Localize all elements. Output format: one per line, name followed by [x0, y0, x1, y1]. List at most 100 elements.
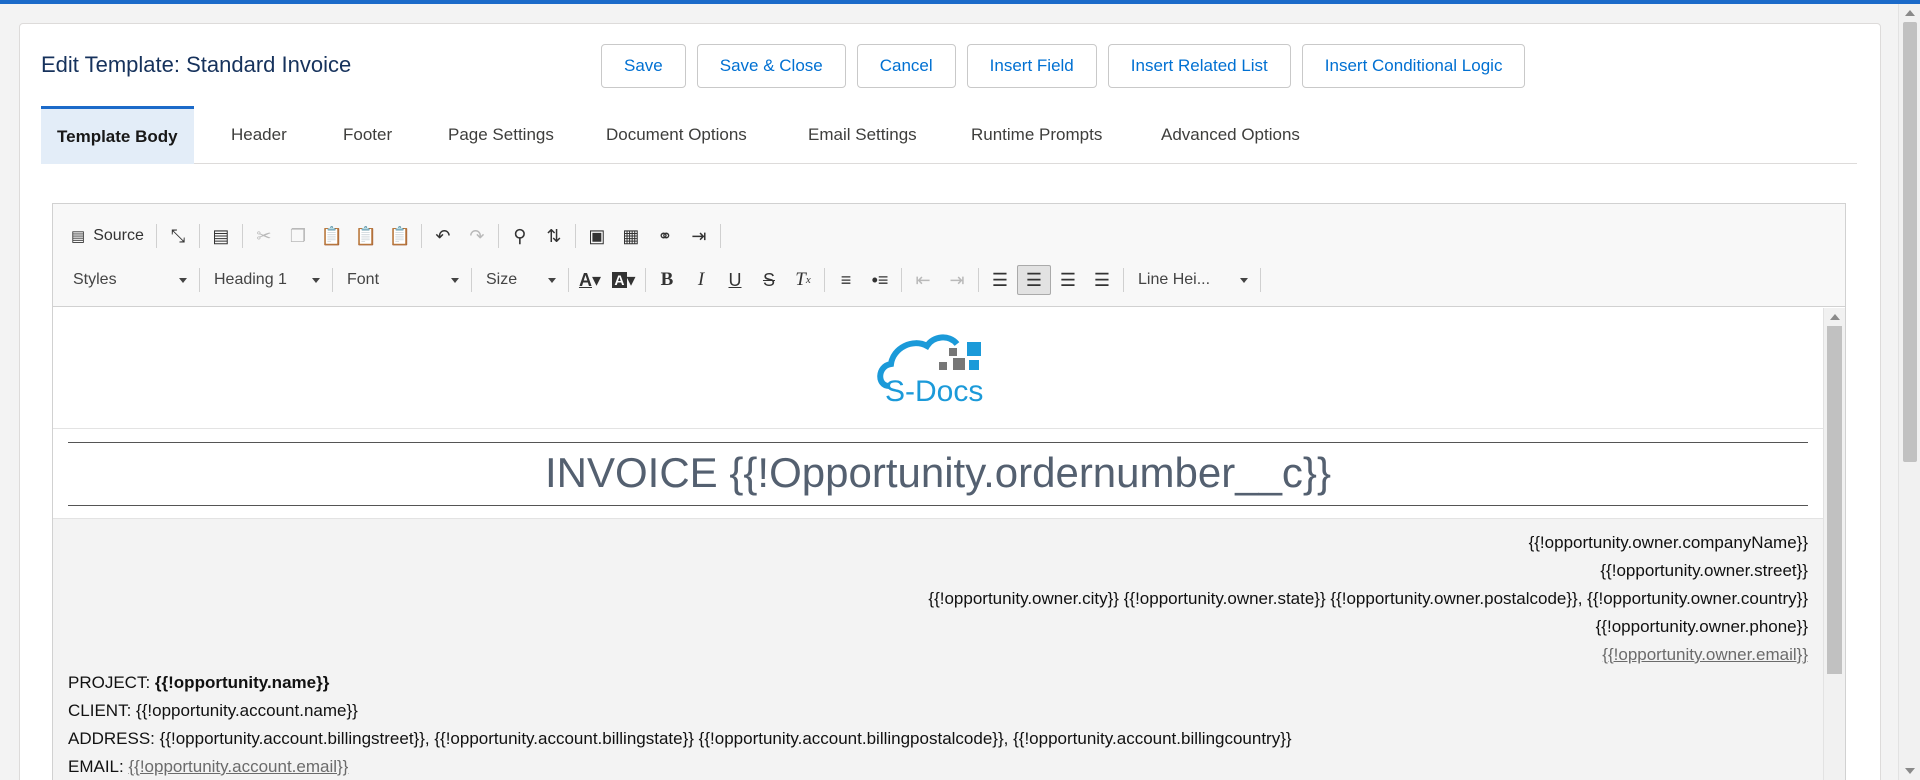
increase-indent-icon[interactable]: ⇥	[940, 265, 974, 295]
svg-text:S-Docs: S-Docs	[885, 375, 983, 408]
format-label: Heading 1	[214, 271, 287, 288]
paste-word-icon[interactable]: 📋	[383, 221, 417, 251]
project-label: PROJECT:	[68, 673, 155, 692]
decrease-indent-icon[interactable]: ⇤	[906, 265, 940, 295]
top-accent-bar	[0, 0, 1920, 4]
align-center-icon[interactable]: ☰	[1017, 265, 1051, 295]
templates-icon[interactable]: ▤	[204, 221, 238, 251]
editor-scrollbar[interactable]	[1823, 308, 1845, 780]
source-icon: ▤	[71, 228, 86, 245]
tab-page-settings[interactable]: Page Settings	[448, 106, 554, 164]
tab-email-settings[interactable]: Email Settings	[808, 106, 917, 164]
line-height-dropdown[interactable]: Line Hei...	[1128, 265, 1256, 295]
toolbar-separator	[241, 224, 243, 248]
align-justify-icon[interactable]: ☰	[1085, 265, 1119, 295]
align-left-icon[interactable]: ☰	[983, 265, 1017, 295]
tab-template-body[interactable]: Template Body	[41, 106, 194, 164]
bulleted-list-icon[interactable]: •≡	[863, 265, 897, 295]
editor-content-area[interactable]: S-Docs INVOICE {{!Opportunity.ordernumbe…	[53, 308, 1824, 780]
editor-scroll-thumb[interactable]	[1827, 326, 1842, 674]
toolbar-separator	[719, 224, 721, 248]
underline-icon[interactable]: U	[718, 265, 752, 295]
invoice-heading: INVOICE {{!Opportunity.ordernumber__c}}	[68, 442, 1808, 506]
toolbar-separator	[199, 268, 200, 292]
tab-footer[interactable]: Footer	[343, 106, 392, 164]
address-line: ADDRESS: {{!opportunity.account.billings…	[68, 729, 1292, 749]
insert-conditional-logic-button[interactable]: Insert Conditional Logic	[1301, 44, 1526, 88]
image-icon[interactable]: ▣	[580, 221, 614, 251]
toolbar-separator	[155, 224, 157, 248]
text-color-icon[interactable]: A ▾	[573, 265, 607, 295]
save-button[interactable]: Save	[601, 44, 686, 88]
find-icon[interactable]: ⚲	[503, 221, 537, 251]
tab-advanced-options[interactable]: Advanced Options	[1161, 106, 1300, 164]
size-dropdown[interactable]: Size	[476, 265, 564, 295]
paste-icon[interactable]: 📋	[315, 221, 349, 251]
page-title: Edit Template: Standard Invoice	[41, 52, 352, 77]
background-color-icon[interactable]: A ▾	[607, 265, 641, 295]
remove-format-icon[interactable]: Tx	[786, 265, 820, 295]
tab-document-options[interactable]: Document Options	[606, 106, 747, 164]
insert-related-list-button[interactable]: Insert Related List	[1107, 44, 1291, 88]
bold-icon[interactable]: B	[650, 265, 684, 295]
italic-icon[interactable]: I	[684, 265, 718, 295]
client-line: CLIENT: {{!opportunity.account.name}}	[68, 701, 358, 721]
source-button[interactable]: ▤ Source	[63, 221, 152, 251]
maximize-icon[interactable]: ⤡	[161, 221, 195, 251]
font-dropdown[interactable]: Font	[337, 265, 467, 295]
replace-icon[interactable]: ⇅	[537, 221, 571, 251]
page-scroll-thumb[interactable]	[1903, 22, 1917, 462]
toolbar-separator	[198, 224, 200, 248]
tab-header[interactable]: Header	[231, 106, 287, 164]
styles-label: Styles	[73, 271, 117, 288]
toolbar-separator	[1123, 268, 1124, 292]
size-label: Size	[486, 271, 518, 288]
scroll-up-arrow-icon[interactable]	[1830, 314, 1840, 320]
toolbar-separator	[497, 224, 499, 248]
client-label: CLIENT:	[68, 701, 137, 720]
chevron-down-icon	[548, 277, 556, 283]
page-scrollbar[interactable]	[1898, 4, 1920, 780]
insert-field-button[interactable]: Insert Field	[966, 44, 1097, 88]
toolbar-separator	[1260, 268, 1261, 292]
align-right-icon[interactable]: ☰	[1051, 265, 1085, 295]
toolbar-separator	[420, 224, 422, 248]
rich-text-editor: ▤ Source ⤡ ▤ ✂ ❐ 📋 📋 📋 ↶ ↷ ⚲ ⇅ ▣ ▦ ⚭ ⇥ S…	[52, 203, 1846, 780]
redo-icon[interactable]: ↷	[460, 221, 494, 251]
scroll-down-arrow-icon[interactable]	[1905, 768, 1915, 774]
cut-icon[interactable]: ✂	[247, 221, 281, 251]
numbered-list-icon[interactable]: ≡	[829, 265, 863, 295]
project-value: {{!opportunity.name}}	[154, 673, 330, 692]
s-docs-logo: S-Docs	[877, 334, 983, 408]
action-buttons: Save Save & Close Cancel Insert Field In…	[601, 44, 1526, 88]
table-icon[interactable]: ▦	[614, 221, 648, 251]
format-dropdown[interactable]: Heading 1	[204, 265, 328, 295]
chevron-down-icon	[312, 277, 320, 283]
link-icon[interactable]: ⚭	[648, 221, 682, 251]
client-value: {{!opportunity.account.name}}	[136, 701, 358, 720]
toolbar-separator	[332, 268, 333, 292]
client-email-link[interactable]: {{!opportunity.account.email}}	[128, 757, 348, 776]
address-value: {{!opportunity.account.billingstreet}}, …	[159, 729, 1292, 748]
address-label: ADDRESS:	[68, 729, 160, 748]
toolbar-separator	[901, 268, 902, 292]
toolbar-separator	[574, 224, 576, 248]
owner-email-link[interactable]: {{!opportunity.owner.email}}	[1602, 645, 1808, 665]
scroll-up-arrow-icon[interactable]	[1905, 10, 1915, 16]
font-label: Font	[347, 271, 380, 288]
strikethrough-icon[interactable]: S	[752, 265, 786, 295]
page-break-icon[interactable]: ⇥	[682, 221, 716, 251]
template-tabs: Template Body Header Footer Page Setting…	[41, 106, 1857, 164]
styles-dropdown[interactable]: Styles	[63, 265, 195, 295]
copy-icon[interactable]: ❐	[281, 221, 315, 251]
line-height-label: Line Hei...	[1138, 271, 1211, 288]
tab-runtime-prompts[interactable]: Runtime Prompts	[971, 106, 1102, 164]
toolbar-separator	[824, 268, 825, 292]
address-block: {{!opportunity.owner.companyName}} {{!op…	[53, 518, 1824, 780]
cancel-button[interactable]: Cancel	[856, 44, 956, 88]
chevron-down-icon	[451, 277, 459, 283]
paste-text-icon[interactable]: 📋	[349, 221, 383, 251]
undo-icon[interactable]: ↶	[426, 221, 460, 251]
save-close-button[interactable]: Save & Close	[696, 44, 846, 88]
toolbar-separator	[645, 268, 646, 292]
